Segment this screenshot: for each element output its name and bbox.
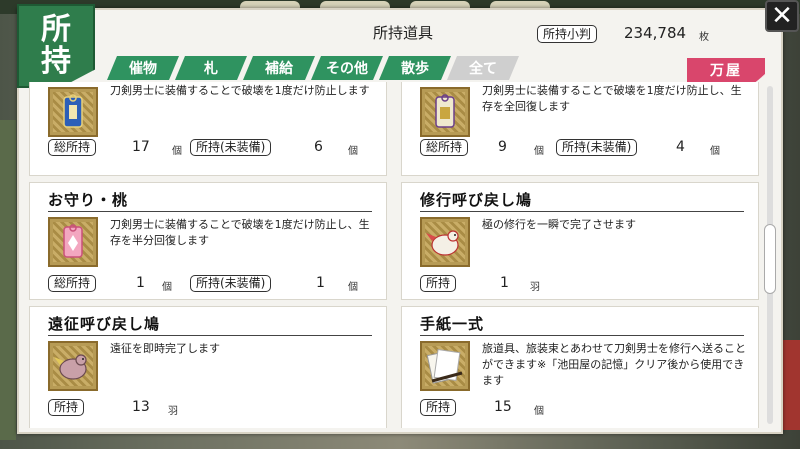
stat-owned-unit: 羽 [168, 406, 178, 417]
item-title: 修行呼び戻し鳩 [420, 191, 533, 209]
stat-total-label: 総所持 [420, 139, 469, 156]
stat-total-unit: 個 [172, 146, 182, 157]
stat-total-value: 9 [498, 139, 507, 155]
inventory-badge: 所 持 [17, 4, 95, 88]
item-card[interactable]: 修行呼び戻し鳩 極の修行を一瞬で完了させます 所持 1 羽 [401, 182, 759, 300]
stat-unequipped-label: 所持(未装備) [190, 139, 272, 156]
stat-owned-label: 所持 [420, 399, 457, 416]
stat-total-unit: 個 [162, 282, 172, 293]
item-stats: 所持 15 個 [420, 399, 620, 417]
stat-unequipped-value: 4 [676, 139, 685, 155]
letter-set-icon [420, 341, 470, 391]
scrollbar-thumb[interactable] [764, 224, 776, 294]
stat-total-unit: 個 [534, 146, 544, 157]
item-description: 遠征を即時完了します [110, 342, 220, 355]
pigeon-training-icon [420, 217, 470, 267]
tab-stroll[interactable]: 散歩 [379, 56, 451, 80]
omamori-gold-icon [420, 87, 470, 137]
stat-owned-value: 1 [500, 275, 509, 291]
stat-owned-unit: 羽 [530, 282, 540, 293]
tab-event-items[interactable]: 催物 [107, 56, 179, 80]
page-title: 所持道具 [372, 24, 433, 42]
item-title: お守り・桃 [48, 191, 129, 209]
omamori-blue-icon [48, 87, 98, 137]
money-value: 234,784 [624, 24, 687, 42]
shop-button[interactable]: 万屋 [687, 58, 765, 82]
tab-supplies[interactable]: 補給 [243, 56, 315, 80]
item-stats: 総所持 9 個 所持(未装備) 4 個 [420, 139, 750, 157]
badge-char-top: 所 [41, 12, 71, 47]
stat-owned-value: 13 [132, 399, 150, 415]
background-left-edge [0, 120, 16, 440]
item-description: 刀剣男士に装備することで破壊を1度だけ防止します [110, 84, 370, 97]
item-title: 手紙一式 [420, 315, 485, 333]
stat-total-value: 17 [132, 139, 150, 155]
dialog-header: 所 持 所持道具 所持小判 234,784 枚 催物 札 補給 その他 散歩 全… [17, 4, 781, 88]
stat-total-label: 総所持 [48, 139, 97, 156]
stat-unequipped-value: 1 [316, 275, 325, 291]
stat-unequipped-label: 所持(未装備) [556, 139, 638, 156]
money-label: 所持小判 [537, 25, 598, 43]
item-title: 遠征呼び戻し鳩 [48, 315, 161, 333]
item-stats: 総所持 17 個 所持(未装備) 6 個 [48, 139, 378, 157]
item-card[interactable]: 手紙一式 旅道具、旅装束とあわせて刀剣男士を修行へ送ることができます※「池田屋の… [401, 306, 759, 428]
item-stats: 所持 13 羽 [48, 399, 248, 417]
item-stats: 総所持 1 個 所持(未装備) 1 個 [48, 275, 378, 293]
tab-others[interactable]: その他 [311, 56, 383, 80]
stat-unequipped-value: 6 [314, 139, 323, 155]
title-divider [420, 335, 744, 336]
stat-unequipped-unit: 個 [348, 146, 358, 157]
omamori-peach-icon [48, 217, 98, 267]
stat-total-value: 1 [136, 275, 145, 291]
title-divider [48, 335, 372, 336]
item-description: 極の修行を一瞬で完了させます [482, 218, 636, 231]
stat-total-label: 総所持 [48, 275, 97, 292]
item-card[interactable]: 刀剣男士に装備することで破壊を1度だけ防止し、生存を全回復します 総所持 9 個… [401, 82, 759, 176]
pigeon-expedition-icon [48, 341, 98, 391]
title-divider [48, 211, 372, 212]
item-description: 旅道具、旅装束とあわせて刀剣男士を修行へ送ることができます※「池田屋の記憶」クリ… [482, 342, 746, 387]
item-description: 刀剣男士に装備することで破壊を1度だけ防止し、生存を半分回復します [110, 218, 370, 247]
stat-unequipped-unit: 個 [710, 146, 720, 157]
stat-unequipped-unit: 個 [348, 282, 358, 293]
title-divider [420, 211, 744, 212]
item-card[interactable]: お守り・桃 刀剣男士に装備することで破壊を1度だけ防止し、生存を半分回復します … [29, 182, 387, 300]
close-button[interactable]: ✕ [765, 0, 799, 32]
item-description: 刀剣男士に装備することで破壊を1度だけ防止し、生存を全回復します [482, 84, 742, 113]
item-stats: 所持 1 羽 [420, 275, 620, 293]
tab-all[interactable]: 全て [447, 56, 519, 80]
stat-owned-label: 所持 [48, 399, 85, 416]
item-list[interactable]: 刀剣男士に装備することで破壊を1度だけ防止します 総所持 17 個 所持(未装備… [29, 82, 771, 428]
stat-owned-value: 15 [494, 399, 512, 415]
money-unit: 枚 [699, 32, 709, 43]
stat-unequipped-label: 所持(未装備) [190, 275, 272, 292]
item-card[interactable]: 刀剣男士に装備することで破壊を1度だけ防止します 総所持 17 個 所持(未装備… [29, 82, 387, 176]
tab-tags[interactable]: 札 [175, 56, 247, 80]
item-card[interactable]: 遠征呼び戻し鳩 遠征を即時完了します 所持 13 羽 [29, 306, 387, 428]
stat-owned-unit: 個 [534, 406, 544, 417]
badge-char-bottom: 持 [41, 44, 71, 79]
inventory-dialog: 所 持 所持道具 所持小判 234,784 枚 催物 札 補給 その他 散歩 全… [17, 4, 783, 434]
stat-owned-label: 所持 [420, 275, 457, 292]
